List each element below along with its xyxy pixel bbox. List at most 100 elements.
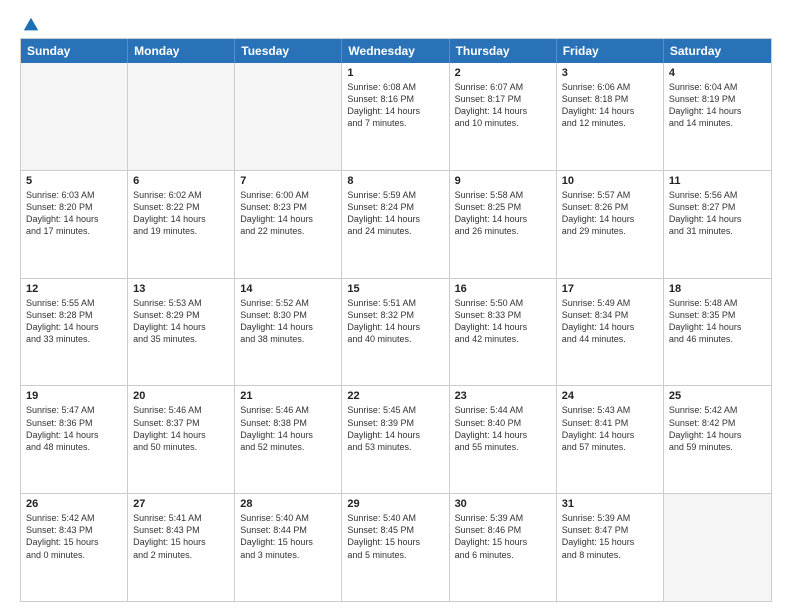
calendar-cell: 31Sunrise: 5:39 AMSunset: 8:47 PMDayligh… <box>557 494 664 601</box>
cell-content-line: and 5 minutes. <box>347 549 443 561</box>
header-day-friday: Friday <box>557 39 664 63</box>
cell-content-line: Sunset: 8:25 PM <box>455 201 551 213</box>
calendar-cell: 9Sunrise: 5:58 AMSunset: 8:25 PMDaylight… <box>450 171 557 278</box>
day-number: 15 <box>347 283 443 295</box>
day-number: 13 <box>133 283 229 295</box>
calendar-cell: 20Sunrise: 5:46 AMSunset: 8:37 PMDayligh… <box>128 386 235 493</box>
cell-content-line: Sunrise: 5:59 AM <box>347 189 443 201</box>
day-number: 22 <box>347 390 443 402</box>
cell-content-line: Sunset: 8:28 PM <box>26 309 122 321</box>
cell-content-line: Sunrise: 5:47 AM <box>26 404 122 416</box>
day-number: 29 <box>347 498 443 510</box>
cell-content-line: and 40 minutes. <box>347 333 443 345</box>
day-number: 27 <box>133 498 229 510</box>
cell-content-line: Sunrise: 6:04 AM <box>669 81 766 93</box>
calendar-cell: 17Sunrise: 5:49 AMSunset: 8:34 PMDayligh… <box>557 279 664 386</box>
calendar-cell: 6Sunrise: 6:02 AMSunset: 8:22 PMDaylight… <box>128 171 235 278</box>
cell-content-line: and 42 minutes. <box>455 333 551 345</box>
cell-content-line: and 33 minutes. <box>26 333 122 345</box>
calendar: SundayMondayTuesdayWednesdayThursdayFrid… <box>20 38 772 602</box>
calendar-cell: 23Sunrise: 5:44 AMSunset: 8:40 PMDayligh… <box>450 386 557 493</box>
header-day-monday: Monday <box>128 39 235 63</box>
day-number: 8 <box>347 175 443 187</box>
cell-content-line: Sunset: 8:17 PM <box>455 93 551 105</box>
calendar-cell: 28Sunrise: 5:40 AMSunset: 8:44 PMDayligh… <box>235 494 342 601</box>
day-number: 26 <box>26 498 122 510</box>
cell-content-line: Sunrise: 5:45 AM <box>347 404 443 416</box>
calendar-cell: 21Sunrise: 5:46 AMSunset: 8:38 PMDayligh… <box>235 386 342 493</box>
cell-content-line: and 48 minutes. <box>26 441 122 453</box>
cell-content-line: Sunrise: 5:44 AM <box>455 404 551 416</box>
cell-content-line: Daylight: 14 hours <box>669 321 766 333</box>
calendar-row-2: 12Sunrise: 5:55 AMSunset: 8:28 PMDayligh… <box>21 278 771 386</box>
cell-content-line: and 44 minutes. <box>562 333 658 345</box>
cell-content-line: Daylight: 15 hours <box>562 536 658 548</box>
calendar-cell: 12Sunrise: 5:55 AMSunset: 8:28 PMDayligh… <box>21 279 128 386</box>
cell-content-line: Sunset: 8:18 PM <box>562 93 658 105</box>
cell-content-line: Sunrise: 6:03 AM <box>26 189 122 201</box>
cell-content-line: and 52 minutes. <box>240 441 336 453</box>
day-number: 10 <box>562 175 658 187</box>
day-number: 23 <box>455 390 551 402</box>
cell-content-line: Sunrise: 5:42 AM <box>669 404 766 416</box>
cell-content-line: Daylight: 14 hours <box>26 321 122 333</box>
calendar-cell: 8Sunrise: 5:59 AMSunset: 8:24 PMDaylight… <box>342 171 449 278</box>
cell-content-line: Sunrise: 5:41 AM <box>133 512 229 524</box>
cell-content-line: Sunset: 8:41 PM <box>562 417 658 429</box>
cell-content-line: and 26 minutes. <box>455 225 551 237</box>
day-number: 25 <box>669 390 766 402</box>
cell-content-line: Sunset: 8:47 PM <box>562 524 658 536</box>
cell-content-line: Daylight: 14 hours <box>347 321 443 333</box>
cell-content-line: Sunrise: 6:06 AM <box>562 81 658 93</box>
day-number: 9 <box>455 175 551 187</box>
calendar-cell <box>664 494 771 601</box>
cell-content-line: and 19 minutes. <box>133 225 229 237</box>
day-number: 24 <box>562 390 658 402</box>
calendar-cell: 16Sunrise: 5:50 AMSunset: 8:33 PMDayligh… <box>450 279 557 386</box>
cell-content-line: Sunrise: 5:46 AM <box>133 404 229 416</box>
cell-content-line: Daylight: 14 hours <box>455 213 551 225</box>
cell-content-line: Sunset: 8:43 PM <box>26 524 122 536</box>
calendar-cell <box>128 63 235 170</box>
calendar-cell: 4Sunrise: 6:04 AMSunset: 8:19 PMDaylight… <box>664 63 771 170</box>
calendar-cell: 19Sunrise: 5:47 AMSunset: 8:36 PMDayligh… <box>21 386 128 493</box>
day-number: 4 <box>669 67 766 79</box>
header-day-thursday: Thursday <box>450 39 557 63</box>
cell-content-line: Sunrise: 5:57 AM <box>562 189 658 201</box>
cell-content-line: Sunrise: 5:43 AM <box>562 404 658 416</box>
cell-content-line: Daylight: 14 hours <box>347 213 443 225</box>
cell-content-line: Sunset: 8:37 PM <box>133 417 229 429</box>
calendar-cell: 2Sunrise: 6:07 AMSunset: 8:17 PMDaylight… <box>450 63 557 170</box>
cell-content-line: Sunrise: 5:51 AM <box>347 297 443 309</box>
calendar-cell: 7Sunrise: 6:00 AMSunset: 8:23 PMDaylight… <box>235 171 342 278</box>
cell-content-line: Sunrise: 6:07 AM <box>455 81 551 93</box>
calendar-row-3: 19Sunrise: 5:47 AMSunset: 8:36 PMDayligh… <box>21 385 771 493</box>
cell-content-line: and 57 minutes. <box>562 441 658 453</box>
day-number: 16 <box>455 283 551 295</box>
cell-content-line: Sunset: 8:29 PM <box>133 309 229 321</box>
cell-content-line: Sunset: 8:46 PM <box>455 524 551 536</box>
calendar-cell: 10Sunrise: 5:57 AMSunset: 8:26 PMDayligh… <box>557 171 664 278</box>
cell-content-line: Sunset: 8:27 PM <box>669 201 766 213</box>
day-number: 18 <box>669 283 766 295</box>
cell-content-line: Sunrise: 5:48 AM <box>669 297 766 309</box>
calendar-header: SundayMondayTuesdayWednesdayThursdayFrid… <box>21 39 771 63</box>
cell-content-line: and 6 minutes. <box>455 549 551 561</box>
cell-content-line: and 2 minutes. <box>133 549 229 561</box>
calendar-cell: 13Sunrise: 5:53 AMSunset: 8:29 PMDayligh… <box>128 279 235 386</box>
cell-content-line: Sunset: 8:44 PM <box>240 524 336 536</box>
cell-content-line: and 31 minutes. <box>669 225 766 237</box>
day-number: 2 <box>455 67 551 79</box>
cell-content-line: Sunset: 8:16 PM <box>347 93 443 105</box>
cell-content-line: Sunset: 8:45 PM <box>347 524 443 536</box>
logo-icon <box>22 16 40 34</box>
cell-content-line: Daylight: 14 hours <box>455 429 551 441</box>
cell-content-line: Sunrise: 5:53 AM <box>133 297 229 309</box>
cell-content-line: and 10 minutes. <box>455 117 551 129</box>
cell-content-line: Sunset: 8:23 PM <box>240 201 336 213</box>
cell-content-line: Daylight: 14 hours <box>562 105 658 117</box>
cell-content-line: Sunset: 8:35 PM <box>669 309 766 321</box>
calendar-cell: 5Sunrise: 6:03 AMSunset: 8:20 PMDaylight… <box>21 171 128 278</box>
cell-content-line: and 53 minutes. <box>347 441 443 453</box>
calendar-cell: 22Sunrise: 5:45 AMSunset: 8:39 PMDayligh… <box>342 386 449 493</box>
